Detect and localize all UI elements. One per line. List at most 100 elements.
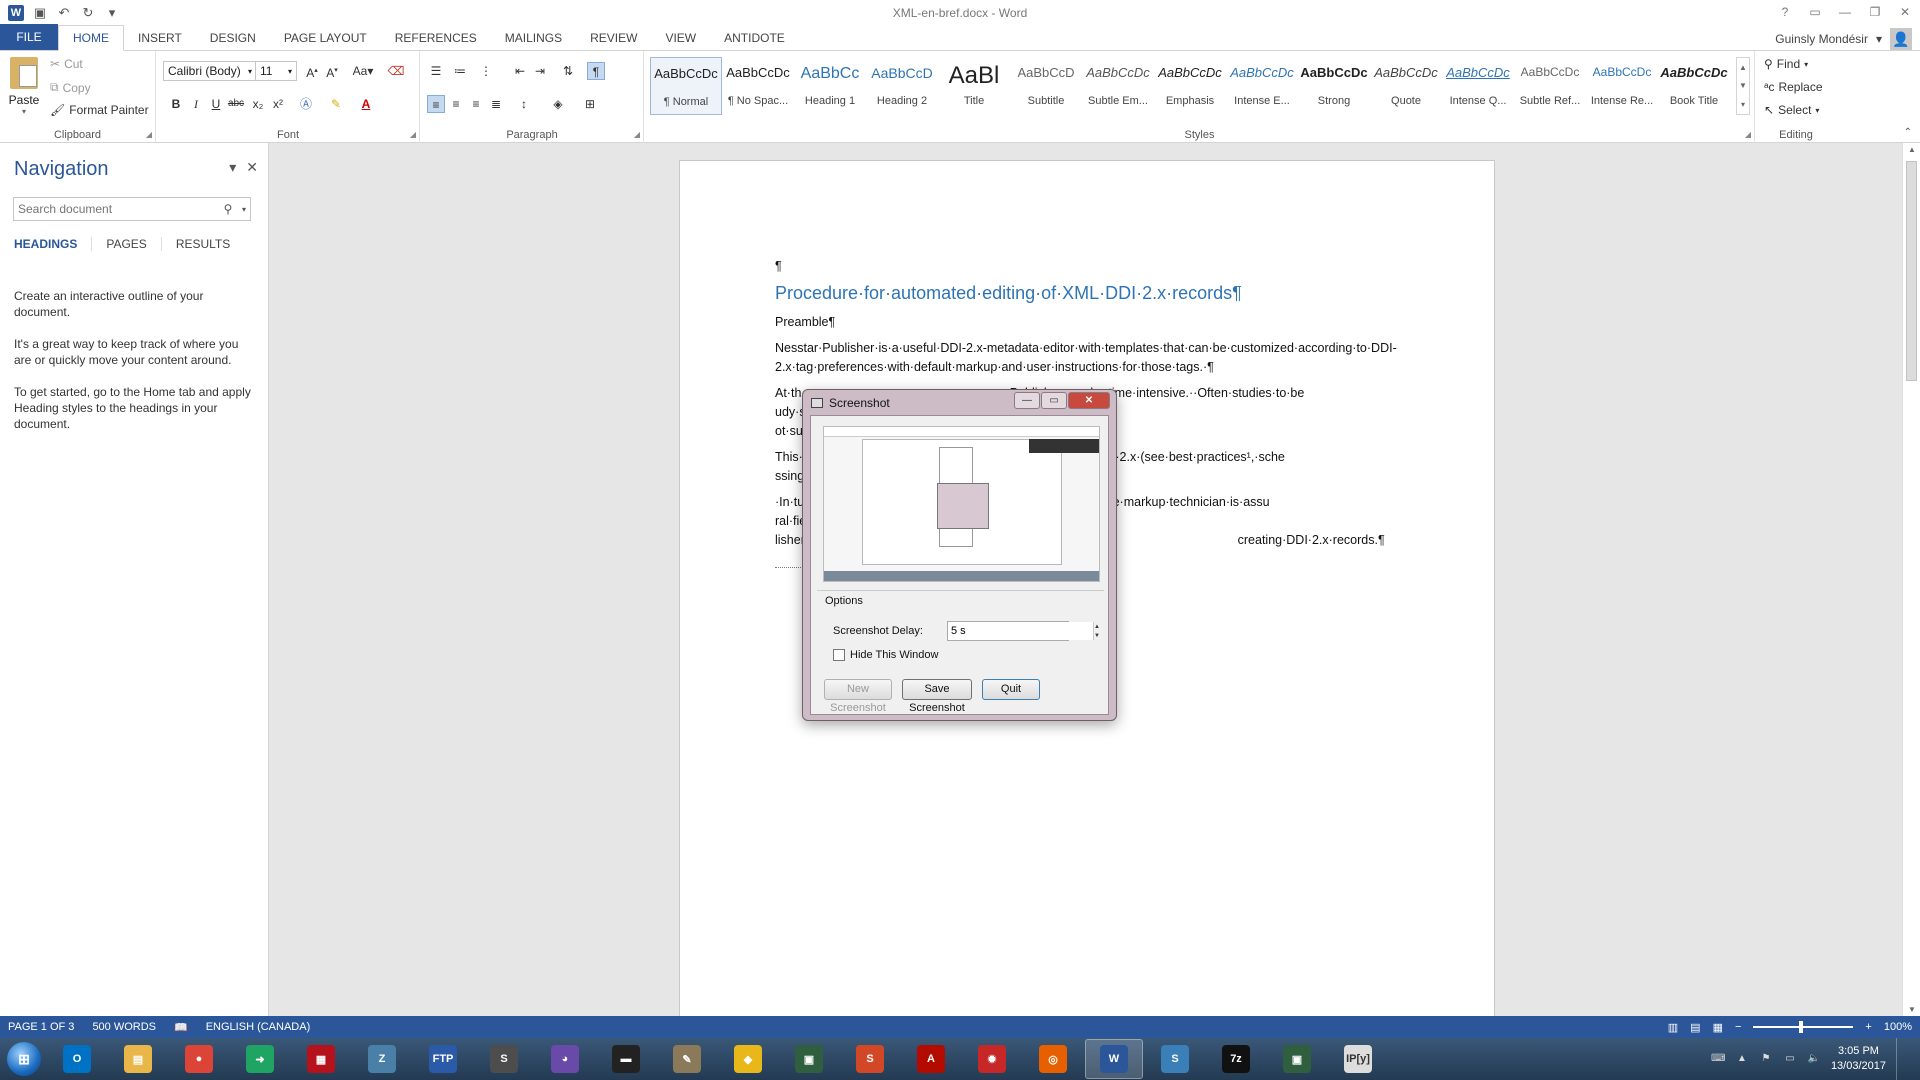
language-indicator[interactable]: ENGLISH (CANADA) — [206, 1021, 311, 1033]
tab-pages[interactable]: PAGES — [106, 237, 162, 251]
numbering-icon[interactable]: ≔ — [451, 62, 469, 80]
clear-formatting-icon[interactable]: ⌫ — [387, 62, 405, 80]
scroll-up-icon[interactable]: ▲ — [1903, 145, 1920, 154]
style-subtle-emphasis[interactable]: AaBbCcDc Subtle Em... — [1082, 57, 1154, 115]
document-heading[interactable]: Procedure·for·automated·editing·of·XML·D… — [775, 284, 1415, 303]
taskbar-app-bulb-app[interactable]: ◆ — [719, 1039, 777, 1079]
line-spacing-icon[interactable]: ↕ — [515, 95, 533, 113]
tab-results[interactable]: RESULTS — [176, 237, 244, 251]
pane-options-icon[interactable]: ▾ — [229, 159, 236, 176]
taskbar-app-gimp[interactable]: ✎ — [658, 1039, 716, 1079]
chevron-down-icon[interactable]: ▼ — [1739, 81, 1747, 90]
taskbar-app-terminal[interactable]: ▬ — [597, 1039, 655, 1079]
style-emphasis[interactable]: AaBbCcDc Emphasis — [1154, 57, 1226, 115]
align-right-icon[interactable]: ≡ — [467, 95, 485, 113]
scroll-down-icon[interactable]: ▼ — [1903, 1005, 1920, 1014]
web-layout-icon[interactable]: ▦ — [1713, 1021, 1723, 1034]
page-count[interactable]: PAGE 1 OF 3 — [8, 1021, 74, 1033]
taskbar-app-acrobat[interactable]: A — [902, 1039, 960, 1079]
network-icon[interactable]: ▭ — [1783, 1052, 1797, 1066]
clock[interactable]: 3:05 PM 13/03/2017 — [1831, 1044, 1886, 1074]
style-normal[interactable]: AaBbCcDc ¶ Normal — [650, 57, 722, 115]
style-no-spacing[interactable]: AaBbCcDc ¶ No Spac... — [722, 57, 794, 115]
superscript-button[interactable]: x² — [269, 95, 287, 113]
taskbar-app-7zip[interactable]: 7z — [1207, 1039, 1265, 1079]
delay-input[interactable] — [948, 622, 1093, 640]
copy-button[interactable]: ⧉ Copy — [50, 80, 91, 95]
chevron-down-icon[interactable]: ▾ — [8, 107, 40, 116]
style-subtle-reference[interactable]: AaBbCcDc Subtle Ref... — [1514, 57, 1586, 115]
align-center-icon[interactable]: ≡ — [447, 95, 465, 113]
chevron-down-icon[interactable]: ▾ — [238, 205, 250, 214]
dialog-launcher-icon[interactable]: ◢ — [410, 130, 416, 139]
taskbar-app-explorer[interactable]: ▤ — [109, 1039, 167, 1079]
avatar[interactable]: 👤 — [1890, 28, 1912, 50]
word-logo-icon[interactable]: W — [8, 4, 24, 21]
chevron-up-icon[interactable]: ▲ — [1739, 63, 1747, 72]
decrease-indent-icon[interactable]: ⇤ — [511, 62, 529, 80]
cut-button[interactable]: ✂ Cut — [50, 57, 83, 71]
font-color-icon[interactable]: A — [357, 95, 375, 113]
font-size-combo[interactable]: 11 ▾ — [255, 61, 297, 81]
proofing-icon[interactable]: 📖 — [174, 1021, 188, 1034]
close-pane-icon[interactable]: ✕ — [246, 159, 258, 176]
taskbar-app-ftp[interactable]: FTP — [414, 1039, 472, 1079]
select-button[interactable]: ↖ Select ▾ — [1764, 103, 1819, 117]
minimize-button[interactable]: — — [1014, 392, 1040, 409]
taskbar-app-ipython[interactable]: IP[y] — [1329, 1039, 1387, 1079]
tab-view[interactable]: VIEW — [651, 26, 710, 50]
undo-icon[interactable]: ↶ — [56, 5, 72, 21]
font-family-combo[interactable]: Calibri (Body) ▾ — [163, 61, 257, 81]
sort-icon[interactable]: ⇅ — [559, 62, 577, 80]
taskbar-app-console2[interactable]: ▣ — [1268, 1039, 1326, 1079]
style-quote[interactable]: AaBbCcDc Quote — [1370, 57, 1442, 115]
body-paragraph[interactable]: Nesstar·Publisher·is·a·useful·DDI-2.x-me… — [775, 339, 1415, 377]
styles-gallery-scroll[interactable]: ▲ ▼ ▾ — [1736, 57, 1750, 115]
help-icon[interactable]: ? — [1770, 0, 1800, 25]
empty-paragraph-mark[interactable]: ¶ — [775, 257, 1415, 276]
taskbar-app-chrome[interactable]: ● — [170, 1039, 228, 1079]
flag-icon[interactable]: ⚑ — [1759, 1052, 1773, 1066]
close-button[interactable]: ✕ — [1890, 0, 1920, 25]
quit-button[interactable]: Quit — [982, 679, 1040, 700]
more-styles-icon[interactable]: ▾ — [1741, 100, 1745, 109]
subscript-button[interactable]: x₂ — [249, 95, 267, 113]
taskbar-app-firefox[interactable]: ◎ — [1024, 1039, 1082, 1079]
zoom-slider[interactable] — [1753, 1021, 1854, 1033]
chevron-up-icon[interactable]: ▲ — [1735, 1052, 1749, 1066]
save-icon[interactable]: ▣ — [32, 5, 48, 21]
italic-button[interactable]: I — [187, 95, 205, 113]
chevron-down-icon[interactable]: ▾ — [288, 67, 292, 76]
justify-icon[interactable]: ≣ — [487, 95, 505, 113]
grow-font-icon[interactable]: A▴ — [303, 62, 321, 80]
minimize-button[interactable]: — — [1830, 0, 1860, 25]
collapse-ribbon-icon[interactable]: ⌃ — [1904, 127, 1912, 138]
zoom-out-icon[interactable]: − — [1735, 1021, 1741, 1033]
search-document-field[interactable]: ⚲ ▾ — [13, 197, 251, 221]
tab-design[interactable]: DESIGN — [196, 26, 270, 50]
highlight-icon[interactable]: ✎ — [327, 95, 345, 113]
tab-headings[interactable]: HEADINGS — [14, 237, 93, 251]
taskbar-app-s-app[interactable]: S — [1146, 1039, 1204, 1079]
format-painter-button[interactable]: 🖌 Format Painter — [50, 103, 149, 117]
customize-toolbar-icon[interactable]: ▾ — [104, 5, 120, 21]
strikethrough-button[interactable]: abc — [227, 95, 245, 113]
style-intense-quote[interactable]: AaBbCcDc Intense Q... — [1442, 57, 1514, 115]
show-desktop-button[interactable] — [1896, 1038, 1906, 1080]
taskbar-app-remote[interactable]: Z — [353, 1039, 411, 1079]
dialog-launcher-icon[interactable]: ◢ — [1745, 130, 1751, 139]
align-left-icon[interactable]: ≡ — [427, 95, 445, 113]
taskbar-app-slides-app[interactable]: S — [841, 1039, 899, 1079]
taskbar-app-cat-app[interactable]: ◕ — [536, 1039, 594, 1079]
word-count[interactable]: 500 WORDS — [92, 1021, 156, 1033]
delay-spinbox[interactable]: ▲▼ — [947, 621, 1100, 641]
ribbon-display-options-icon[interactable]: ▭ — [1800, 0, 1830, 25]
vertical-scrollbar[interactable]: ▲ ▼ — [1902, 143, 1920, 1016]
replace-button[interactable]: ᵃc Replace — [1764, 80, 1823, 94]
taskbar-app-console-app[interactable]: ▣ — [780, 1039, 838, 1079]
new-screenshot-button[interactable]: New Screenshot — [824, 679, 892, 714]
style-subtitle[interactable]: AaBbCcD Subtitle — [1010, 57, 1082, 115]
bullets-icon[interactable]: ☰ — [427, 62, 445, 80]
text-effects-icon[interactable]: Ⓐ — [297, 95, 315, 113]
style-heading-2[interactable]: AaBbCcD Heading 2 — [866, 57, 938, 115]
